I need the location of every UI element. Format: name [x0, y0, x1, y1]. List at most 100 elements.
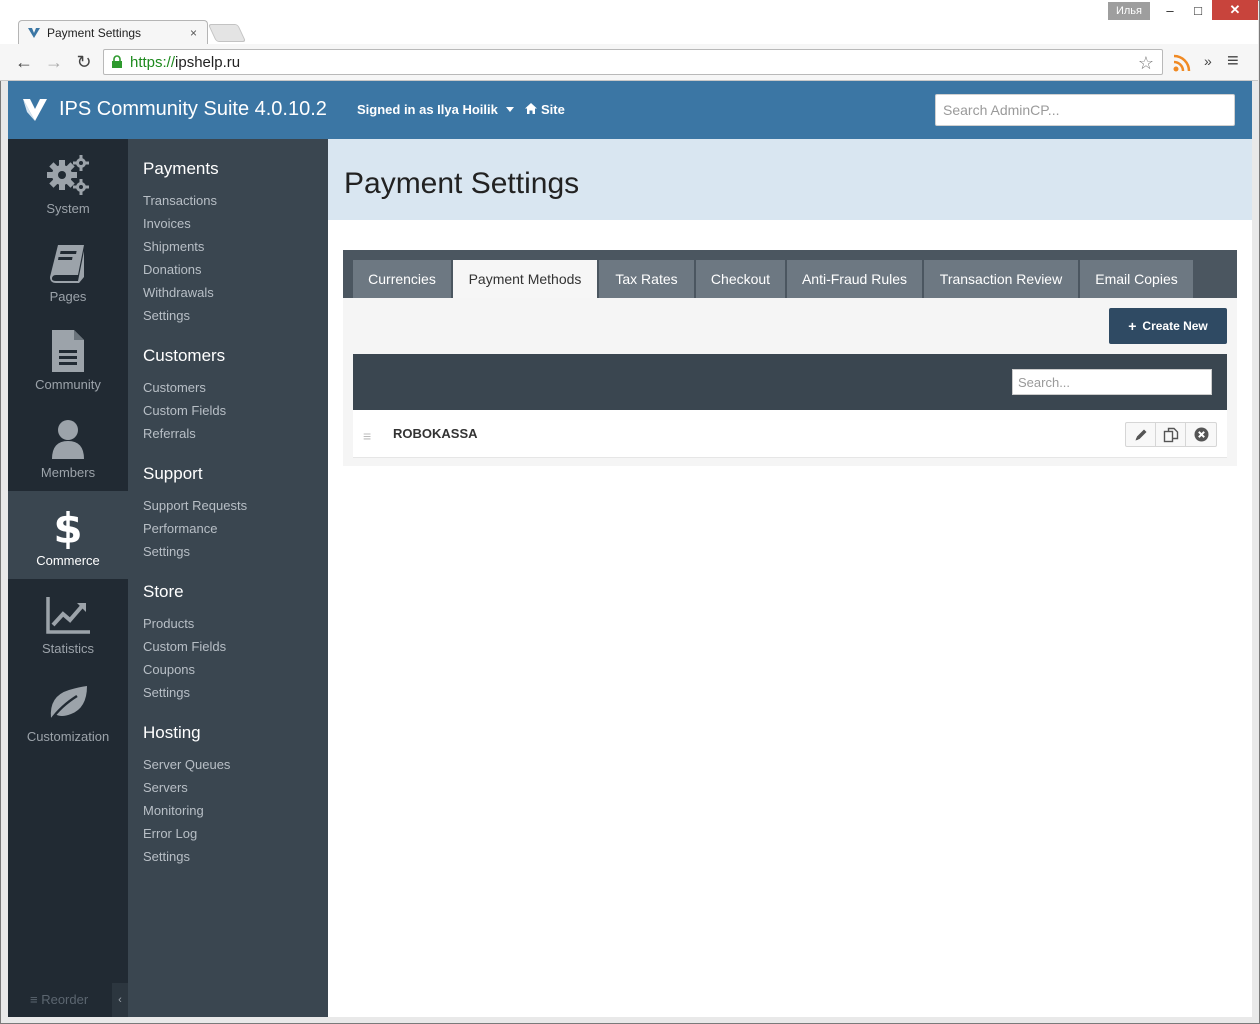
primary-nav-system[interactable]: System	[8, 139, 128, 227]
nav-link-donations[interactable]: Donations	[143, 262, 219, 285]
tab-anti-fraud-rules[interactable]: Anti-Fraud Rules	[787, 260, 922, 298]
nav-link-store-settings[interactable]: Settings	[143, 685, 226, 708]
window-close-button[interactable]: ✕	[1212, 0, 1258, 20]
browser-toolbar: ← → ↻ https:// ipshelp.ru ☆ » ≡	[0, 44, 1258, 81]
create-new-button[interactable]: + Create New	[1109, 308, 1227, 344]
ips-favicon-icon	[27, 26, 41, 40]
nav-group-customers: Customers Customers Custom Fields Referr…	[143, 346, 226, 449]
primary-nav-community[interactable]: Community	[8, 315, 128, 403]
tab-strip: Payment Settings × Илья – □ ✕	[0, 0, 1258, 45]
tab-close-icon[interactable]: ×	[190, 26, 197, 40]
nav-link-support-settings[interactable]: Settings	[143, 544, 247, 567]
reload-icon[interactable]: ↻	[74, 52, 94, 72]
rss-icon[interactable]	[1172, 53, 1192, 76]
forward-icon[interactable]: →	[44, 52, 64, 72]
nav-link-support-requests[interactable]: Support Requests	[143, 498, 247, 521]
address-bar[interactable]: https:// ipshelp.ru ☆	[103, 49, 1163, 75]
nav-link-error-log[interactable]: Error Log	[143, 826, 230, 849]
copy-icon[interactable]	[1156, 423, 1186, 446]
plus-icon: +	[1128, 318, 1137, 334]
home-icon	[525, 102, 537, 117]
primary-nav-customization[interactable]: Customization	[8, 667, 128, 755]
payment-method-title: ROBOKASSA	[393, 426, 478, 441]
site-link[interactable]: Site	[525, 102, 565, 117]
table-search-input[interactable]	[1012, 369, 1212, 395]
nav-link-customer-custom-fields[interactable]: Custom Fields	[143, 403, 226, 426]
primary-nav-statistics[interactable]: Statistics	[8, 579, 128, 667]
nav-link-shipments[interactable]: Shipments	[143, 239, 219, 262]
chart-icon	[45, 593, 91, 637]
bookmark-star-icon[interactable]: ☆	[1138, 53, 1154, 74]
tab-checkout[interactable]: Checkout	[696, 260, 785, 298]
dollar-icon: $	[45, 505, 91, 549]
nav-group-heading: Support	[143, 464, 203, 483]
document-icon	[45, 329, 91, 373]
site-link-label: Site	[541, 102, 565, 117]
tab-payment-methods[interactable]: Payment Methods	[453, 260, 597, 298]
table-toolbar	[353, 354, 1227, 410]
nav-link-store-custom-fields[interactable]: Custom Fields	[143, 639, 226, 662]
browser-tab-title: Payment Settings	[47, 26, 142, 40]
primary-nav: System Pages Community Members $ Commerc…	[8, 139, 128, 1017]
table-row[interactable]: ≡ ROBOKASSA	[353, 410, 1227, 458]
nav-link-withdrawals[interactable]: Withdrawals	[143, 285, 219, 308]
app-header: IPS Community Suite 4.0.10.2 Signed in a…	[8, 81, 1252, 139]
drag-handle-icon[interactable]: ≡	[363, 428, 371, 444]
user-menu[interactable]: Signed in as Ilya Hoilik	[357, 102, 514, 117]
nav-group-payments: Payments Transactions Invoices Shipments…	[143, 159, 219, 331]
nav-link-invoices[interactable]: Invoices	[143, 216, 219, 239]
reorder-link[interactable]: ≡ Reorder	[30, 992, 88, 1007]
tab-currencies[interactable]: Currencies	[353, 260, 451, 298]
nav-link-referrals[interactable]: Referrals	[143, 426, 226, 449]
primary-nav-label: Community	[35, 377, 101, 392]
tab-tax-rates[interactable]: Tax Rates	[599, 260, 694, 298]
app-title[interactable]: IPS Community Suite 4.0.10.2	[59, 98, 327, 121]
browser-tab[interactable]: Payment Settings ×	[18, 20, 208, 45]
delete-circle-x-icon[interactable]	[1186, 423, 1216, 446]
create-new-label: Create New	[1142, 319, 1208, 333]
nav-group-heading: Payments	[143, 159, 219, 178]
nav-link-payment-settings[interactable]: Settings	[143, 308, 219, 331]
primary-nav-label: Pages	[49, 289, 87, 304]
tab-email-copies[interactable]: Email Copies	[1080, 260, 1193, 298]
nav-link-coupons[interactable]: Coupons	[143, 662, 226, 685]
extensions-overflow-icon[interactable]: »	[1204, 53, 1212, 69]
primary-nav-pages[interactable]: Pages	[8, 227, 128, 315]
primary-nav-commerce[interactable]: $ Commerce	[8, 491, 128, 579]
new-tab-button[interactable]	[207, 24, 247, 42]
primary-nav-label: System	[46, 201, 90, 216]
nav-group-hosting: Hosting Server Queues Servers Monitoring…	[143, 723, 230, 872]
nav-link-monitoring[interactable]: Monitoring	[143, 803, 230, 826]
caret-down-icon	[505, 107, 514, 112]
admincp-app: IPS Community Suite 4.0.10.2 Signed in a…	[8, 81, 1252, 1017]
nav-link-servers[interactable]: Servers	[143, 780, 230, 803]
user-icon	[45, 417, 91, 461]
browser-menu-icon[interactable]: ≡	[1227, 50, 1239, 73]
nav-link-hosting-settings[interactable]: Settings	[143, 849, 230, 872]
nav-link-products[interactable]: Products	[143, 616, 226, 639]
collapse-nav-icon[interactable]: ‹	[112, 983, 128, 1017]
main-content: Payment Settings Currencies Payment Meth…	[328, 139, 1252, 1017]
nav-link-performance[interactable]: Performance	[143, 521, 247, 544]
nav-group-support: Support Support Requests Performance Set…	[143, 464, 247, 567]
nav-link-customers[interactable]: Customers	[143, 380, 226, 403]
primary-nav-label: Statistics	[41, 641, 94, 656]
back-icon[interactable]: ←	[14, 52, 34, 72]
nav-link-server-queues[interactable]: Server Queues	[143, 757, 230, 780]
maximize-button[interactable]: □	[1180, 0, 1216, 20]
url-host: ipshelp.ru	[175, 53, 241, 71]
primary-nav-label: Customization	[26, 729, 110, 744]
ips-logo-icon[interactable]	[22, 98, 48, 122]
nav-link-transactions[interactable]: Transactions	[143, 193, 219, 216]
payment-methods-panel: + Create New ≡ ROBOKASSA	[343, 298, 1237, 466]
browser-user-badge[interactable]: Илья	[1108, 2, 1150, 20]
admincp-search-input[interactable]	[935, 94, 1235, 126]
settings-tabs: Currencies Payment Methods Tax Rates Che…	[343, 250, 1237, 298]
edit-pencil-icon[interactable]	[1126, 423, 1156, 446]
signed-in-label: Signed in as Ilya Hoilik	[357, 102, 498, 117]
book-icon	[45, 241, 91, 285]
tab-transaction-review[interactable]: Transaction Review	[924, 260, 1078, 298]
svg-text:$: $	[53, 505, 82, 549]
primary-nav-members[interactable]: Members	[8, 403, 128, 491]
primary-nav-label: Members	[40, 465, 96, 480]
